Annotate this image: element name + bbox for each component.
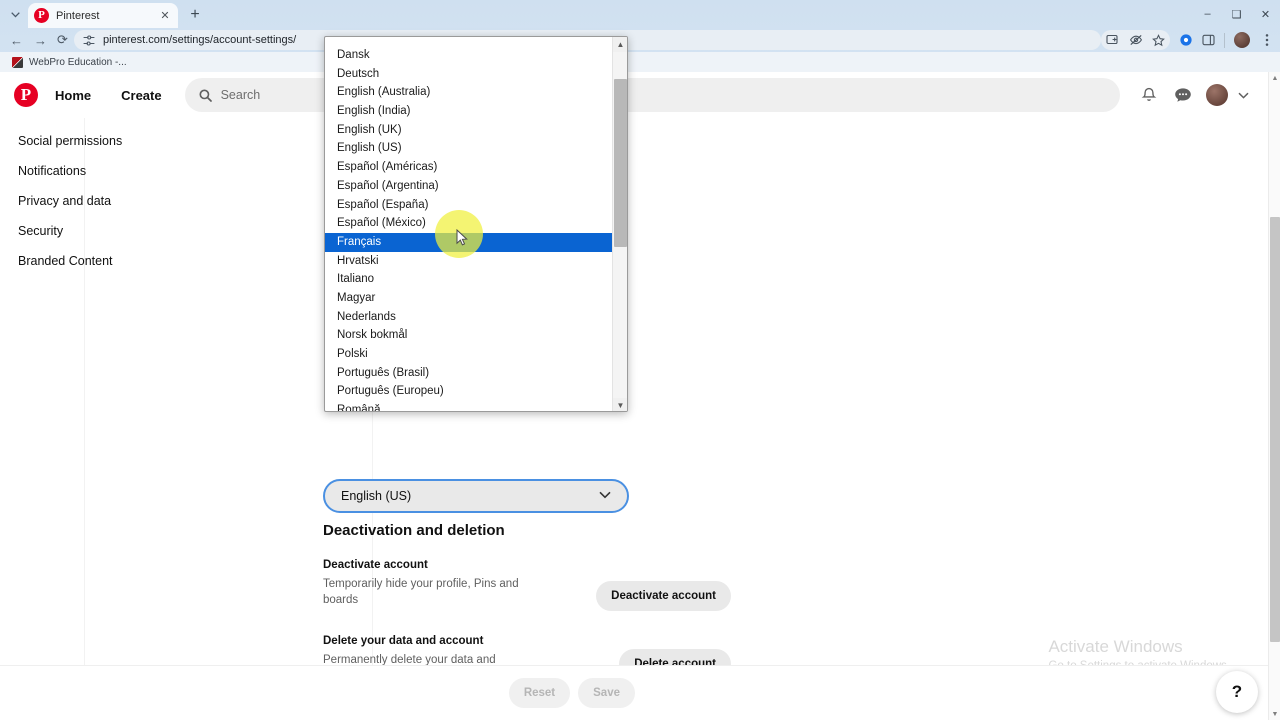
forward-icon[interactable]: → <box>30 30 51 50</box>
sidebar-item-social-permissions[interactable]: Social permissions <box>0 126 300 156</box>
dropdown-option[interactable]: Español (México) <box>325 214 613 233</box>
back-icon[interactable]: ← <box>6 30 27 50</box>
bookmark-star-icon[interactable] <box>1147 29 1170 51</box>
profile-avatar-icon[interactable] <box>1234 32 1250 48</box>
browser-tab-pinterest[interactable]: P Pinterest ✕ <box>28 3 178 28</box>
pinterest-logo[interactable]: P <box>14 83 38 107</box>
dropdown-option[interactable]: English (UK) <box>325 121 613 140</box>
dropdown-option[interactable]: English (Australia) <box>325 83 613 102</box>
tab-strip: P Pinterest ✕ + – ❑ ✕ <box>0 0 1280 28</box>
dropdown-scroll-down-icon[interactable]: ▼ <box>613 398 627 411</box>
language-dropdown-list: Dansk Deutsch English (Australia) Englis… <box>325 37 618 411</box>
side-panel-icon[interactable] <box>1197 29 1220 51</box>
dropdown-option[interactable]: Português (Europeu) <box>325 382 613 401</box>
extension-blue-icon[interactable] <box>1174 29 1197 51</box>
page-viewport: P Home Create Search Social permissions … <box>0 72 1280 720</box>
section-title: Deactivation and deletion <box>323 522 505 539</box>
dropdown-option[interactable]: Italiano <box>325 270 613 289</box>
language-select-wrapper: English (US) <box>323 479 629 513</box>
deactivate-account-row: Deactivate account Temporarily hide your… <box>323 559 731 611</box>
pinterest-header: P Home Create <box>0 72 1268 118</box>
dropdown-option[interactable]: Deutsch <box>325 65 613 84</box>
toolbar-right-icons <box>1101 29 1278 51</box>
dropdown-option[interactable]: Norsk bokmål <box>325 326 613 345</box>
tab-title: Pinterest <box>56 9 100 22</box>
bookmark-webpro-education[interactable]: WebPro Education -... <box>8 56 131 69</box>
chevron-down-icon <box>599 490 611 502</box>
row-title: Deactivate account <box>323 559 428 571</box>
minimize-icon[interactable]: – <box>1193 0 1222 28</box>
dropdown-option[interactable]: Español (Argentina) <box>325 177 613 196</box>
maximize-icon[interactable]: ❑ <box>1222 0 1251 28</box>
sidebar-item-branded-content[interactable]: Branded Content <box>0 246 300 276</box>
dropdown-option[interactable]: Polski <box>325 345 613 364</box>
bookmarks-bar: WebPro Education -... <box>0 52 1280 72</box>
watermark-title: Activate Windows <box>1048 637 1183 656</box>
chevron-down-icon[interactable] <box>1232 84 1254 106</box>
settings-save-bar: Reset Save <box>0 665 1268 720</box>
tab-search-button[interactable] <box>4 5 26 25</box>
language-select[interactable]: English (US) <box>323 479 629 513</box>
settings-sidebar: Social permissions Notifications Privacy… <box>0 118 300 276</box>
toolbar-divider <box>1224 32 1225 48</box>
window-controls: – ❑ ✕ <box>1193 0 1280 28</box>
dropdown-scrollbar[interactable]: ▲ ▼ <box>612 37 627 411</box>
dropdown-option[interactable]: Română <box>325 401 613 411</box>
language-dropdown-popup[interactable]: Dansk Deutsch English (Australia) Englis… <box>324 36 628 412</box>
avatar[interactable] <box>1206 84 1228 106</box>
language-select-value: English (US) <box>341 489 412 503</box>
dropdown-scrollbar-thumb[interactable] <box>614 79 627 247</box>
scrollbar-thumb[interactable] <box>1270 217 1280 642</box>
page-scrollbar[interactable]: ▲ ▼ <box>1268 72 1280 720</box>
webpro-favicon <box>12 56 23 68</box>
dropdown-option[interactable]: Nederlands <box>325 308 613 327</box>
site-settings-icon[interactable] <box>83 34 95 46</box>
row-description: Temporarily hide your profile, Pins and … <box>323 578 519 607</box>
deactivate-account-button[interactable]: Deactivate account <box>596 581 731 611</box>
dropdown-option[interactable]: Português (Brasil) <box>325 364 613 383</box>
sidebar-item-privacy-and-data[interactable]: Privacy and data <box>0 186 300 216</box>
browser-chrome: P Pinterest ✕ + – ❑ ✕ ← → ⟳ pinterest.co… <box>0 0 1280 72</box>
close-icon[interactable]: ✕ <box>158 9 172 23</box>
cast-icon[interactable] <box>1101 29 1124 51</box>
nav-create[interactable]: Create <box>108 81 174 110</box>
search-icon <box>199 89 212 102</box>
dropdown-option[interactable]: Dansk <box>325 46 613 65</box>
dropdown-option[interactable]: Español (Américas) <box>325 158 613 177</box>
dropdown-option[interactable]: English (US) <box>325 139 613 158</box>
dropdown-option[interactable]: Español (España) <box>325 196 613 215</box>
reset-button[interactable]: Reset <box>508 678 571 708</box>
save-button[interactable]: Save <box>578 678 635 708</box>
bookmark-label: WebPro Education -... <box>29 56 127 68</box>
sidebar-item-notifications[interactable]: Notifications <box>0 156 300 186</box>
dropdown-option-highlighted[interactable]: Français <box>325 232 618 252</box>
row-title: Delete your data and account <box>323 634 484 647</box>
tracking-protection-icon[interactable] <box>1124 29 1147 51</box>
sidebar-item-security[interactable]: Security <box>0 216 300 246</box>
dropdown-option[interactable]: Hrvatski <box>325 252 613 271</box>
help-button[interactable]: ? <box>1216 671 1258 713</box>
kebab-menu-icon[interactable] <box>1255 29 1278 51</box>
pinterest-favicon: P <box>34 8 49 23</box>
dropdown-scroll-up-icon[interactable]: ▲ <box>613 37 627 52</box>
scroll-up-icon[interactable]: ▲ <box>1269 72 1280 84</box>
window-close-icon[interactable]: ✕ <box>1251 0 1280 28</box>
dropdown-option[interactable]: Magyar <box>325 289 613 308</box>
scroll-down-icon[interactable]: ▼ <box>1269 708 1280 720</box>
new-tab-button[interactable]: + <box>184 4 206 26</box>
bell-icon[interactable] <box>1134 80 1164 110</box>
browser-toolbar: ← → ⟳ pinterest.com/settings/account-set… <box>0 28 1280 52</box>
reload-icon[interactable]: ⟳ <box>52 30 73 50</box>
toolbar-icon-pill <box>1101 30 1170 50</box>
message-icon[interactable] <box>1168 80 1198 110</box>
nav-home[interactable]: Home <box>42 81 104 110</box>
dropdown-option[interactable]: English (India) <box>325 102 613 121</box>
